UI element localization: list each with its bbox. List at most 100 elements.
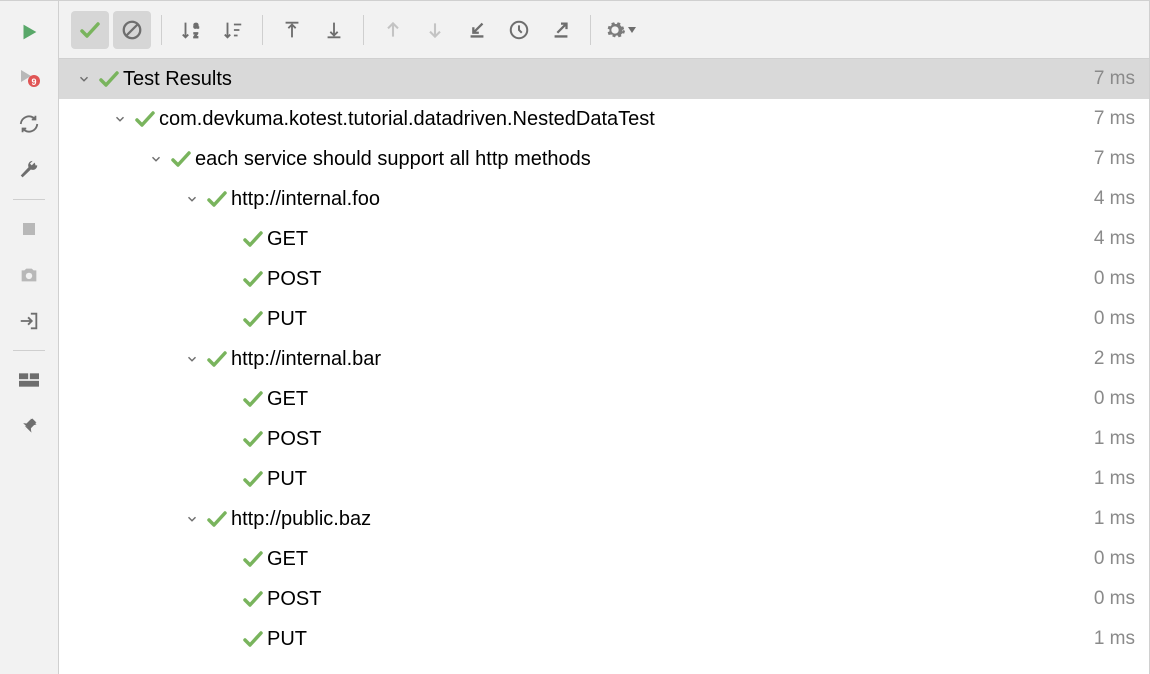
tree-time: 0 ms	[1094, 388, 1135, 410]
separator	[590, 15, 591, 45]
tree-time: 4 ms	[1094, 188, 1135, 210]
exit-icon[interactable]	[9, 301, 49, 341]
tree-label: http://internal.foo	[231, 188, 1094, 211]
tree-time: 2 ms	[1094, 348, 1135, 370]
tree-row[interactable]: GET0 ms	[59, 539, 1149, 579]
tree-time: 0 ms	[1094, 548, 1135, 570]
import-test-button[interactable]	[458, 11, 496, 49]
test-toolbar: az	[59, 1, 1149, 59]
tree-row[interactable]: each service should support all http met…	[59, 139, 1149, 179]
tree-label: POST	[267, 588, 1094, 611]
svg-text:z: z	[194, 30, 198, 39]
stop-button[interactable]	[9, 209, 49, 249]
sort-alpha-button[interactable]: az	[172, 11, 210, 49]
chevron-down-icon[interactable]	[145, 152, 167, 166]
toggle-auto-test-button[interactable]	[9, 104, 49, 144]
chevron-down-icon[interactable]	[73, 72, 95, 86]
tree-row[interactable]: POST0 ms	[59, 579, 1149, 619]
tree-row[interactable]: GET0 ms	[59, 379, 1149, 419]
main-panel: az	[59, 1, 1149, 674]
tree-row[interactable]: PUT1 ms	[59, 619, 1149, 659]
show-passed-toggle[interactable]	[71, 11, 109, 49]
chevron-down-icon[interactable]	[181, 192, 203, 206]
separator	[363, 15, 364, 45]
tree-label: PUT	[267, 468, 1094, 491]
tree-time: 1 ms	[1094, 428, 1135, 450]
rerun-failed-button[interactable]: 9	[9, 58, 49, 98]
settings-button[interactable]	[601, 11, 639, 49]
tree-row[interactable]: PUT0 ms	[59, 299, 1149, 339]
pass-icon	[203, 347, 231, 371]
test-tree[interactable]: Test Results 7 ms com.devkuma.kotest.tut…	[59, 59, 1149, 674]
test-history-button[interactable]	[500, 11, 538, 49]
separator	[161, 15, 162, 45]
sort-duration-button[interactable]	[214, 11, 252, 49]
tree-row[interactable]: http://internal.foo4 ms	[59, 179, 1149, 219]
tree-row[interactable]: http://public.baz1 ms	[59, 499, 1149, 539]
tree-time: 0 ms	[1094, 308, 1135, 330]
pass-icon	[131, 107, 159, 131]
collapse-all-button[interactable]	[315, 11, 353, 49]
tree-label: http://internal.bar	[231, 348, 1094, 371]
tree-label: PUT	[267, 628, 1094, 651]
tree-label: POST	[267, 428, 1094, 451]
show-ignored-toggle[interactable]	[113, 11, 151, 49]
tree-row[interactable]: POST0 ms	[59, 259, 1149, 299]
next-test-button[interactable]	[416, 11, 454, 49]
svg-text:9: 9	[31, 77, 36, 87]
tree-label: http://public.baz	[231, 508, 1094, 531]
tree-label: each service should support all http met…	[195, 148, 1094, 171]
root-label: Test Results	[123, 68, 1094, 91]
tree-row[interactable]: com.devkuma.kotest.tutorial.datadriven.N…	[59, 99, 1149, 139]
camera-icon[interactable]	[9, 255, 49, 295]
separator	[13, 350, 45, 351]
tree-time: 1 ms	[1094, 468, 1135, 490]
tree-label: com.devkuma.kotest.tutorial.datadriven.N…	[159, 108, 1094, 131]
tree-label: GET	[267, 548, 1094, 571]
tree-time: 4 ms	[1094, 228, 1135, 250]
pass-icon	[239, 547, 267, 571]
tree-time: 1 ms	[1094, 628, 1135, 650]
pass-icon	[239, 627, 267, 651]
pass-icon	[239, 307, 267, 331]
pass-icon	[239, 227, 267, 251]
chevron-down-icon[interactable]	[109, 112, 131, 126]
expand-all-button[interactable]	[273, 11, 311, 49]
pass-icon	[239, 387, 267, 411]
pass-icon	[167, 147, 195, 171]
chevron-down-icon[interactable]	[181, 352, 203, 366]
chevron-down-icon[interactable]	[181, 512, 203, 526]
pass-icon	[239, 267, 267, 291]
pass-icon	[239, 467, 267, 491]
separator	[262, 15, 263, 45]
run-button[interactable]	[9, 12, 49, 52]
tree-time: 7 ms	[1094, 108, 1135, 130]
wrench-icon[interactable]	[9, 150, 49, 190]
separator	[13, 199, 45, 200]
test-results-root[interactable]: Test Results 7 ms	[59, 59, 1149, 99]
tree-row[interactable]: GET4 ms	[59, 219, 1149, 259]
tree-label: GET	[267, 388, 1094, 411]
run-sidebar: 9	[0, 1, 59, 674]
tree-label: GET	[267, 228, 1094, 251]
tree-label: PUT	[267, 308, 1094, 331]
tree-time: 0 ms	[1094, 588, 1135, 610]
tree-time: 0 ms	[1094, 268, 1135, 290]
tree-row[interactable]: PUT1 ms	[59, 459, 1149, 499]
pass-icon	[95, 67, 123, 91]
pin-icon[interactable]	[9, 406, 49, 446]
tree-row[interactable]: POST1 ms	[59, 419, 1149, 459]
root-time: 7 ms	[1094, 68, 1135, 90]
prev-test-button[interactable]	[374, 11, 412, 49]
layout-icon[interactable]	[9, 360, 49, 400]
pass-icon	[203, 507, 231, 531]
tree-time: 1 ms	[1094, 508, 1135, 530]
svg-text:a: a	[194, 21, 199, 30]
tree-time: 7 ms	[1094, 148, 1135, 170]
pass-icon	[203, 187, 231, 211]
tree-row[interactable]: http://internal.bar2 ms	[59, 339, 1149, 379]
pass-icon	[239, 427, 267, 451]
export-test-button[interactable]	[542, 11, 580, 49]
pass-icon	[239, 587, 267, 611]
tree-label: POST	[267, 268, 1094, 291]
